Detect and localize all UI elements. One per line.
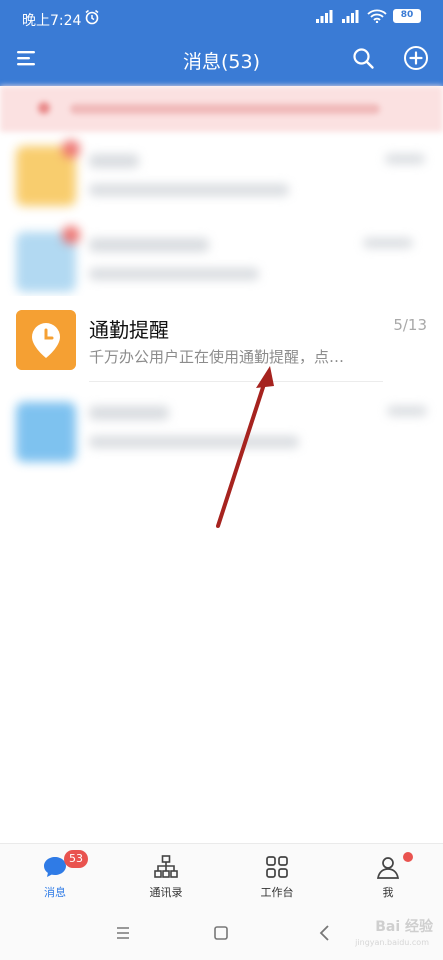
blurred-date [363, 238, 413, 248]
menu-nav-icon[interactable] [108, 920, 138, 946]
tab-label: 我 [382, 886, 394, 899]
page-title: 消息(53) [182, 51, 260, 73]
tab-label: 通讯录 [149, 886, 183, 899]
list-item[interactable] [0, 388, 443, 474]
item-title: 通勤提醒 [89, 318, 169, 342]
list-item[interactable] [0, 132, 443, 218]
home-nav-icon[interactable] [206, 920, 236, 946]
system-nav-bar: Bai 经验 jingyan.baidu.com [0, 906, 443, 960]
item-preview: 千万办公用户正在使用通勤提醒，点… [89, 348, 345, 366]
watermark: Bai 经验 [375, 919, 433, 935]
notice-icon [38, 102, 50, 114]
divider [89, 381, 383, 382]
tab-messages[interactable]: 53 消息 [0, 844, 110, 907]
message-item-commute[interactable]: 通勤提醒 5/13 千万办公用户正在使用通勤提醒，点… [0, 296, 443, 386]
unread-badge [62, 140, 80, 158]
tab-contacts[interactable]: 通讯录 [111, 844, 221, 907]
status-time: 晚上7:24 [22, 13, 82, 29]
blurred-date [387, 406, 427, 416]
tab-workbench[interactable]: 工作台 [222, 844, 332, 907]
blurred-title [89, 238, 209, 252]
search-icon[interactable] [351, 46, 375, 70]
tab-label: 消息 [44, 886, 66, 899]
title-bar: 消息(53) [0, 38, 443, 80]
notice-bar[interactable] [0, 86, 443, 132]
alarm-icon [85, 9, 99, 25]
app-header: 晚上7:24 80 消息(53) [0, 0, 443, 86]
person-icon [376, 857, 400, 879]
blurred-preview [89, 268, 259, 280]
notification-dot [403, 852, 413, 862]
wifi-icon [367, 9, 387, 23]
blurred-preview [89, 184, 289, 196]
tab-me[interactable]: 我 [333, 844, 443, 907]
notice-text-blurred [70, 104, 380, 114]
item-date: 5/13 [393, 316, 427, 334]
org-chart-icon [154, 855, 178, 878]
status-bar: 晚上7:24 80 [0, 0, 443, 38]
blurred-title [89, 406, 169, 420]
battery-indicator: 80 [393, 9, 421, 23]
grid-icon [266, 856, 288, 878]
tab-badge: 53 [64, 850, 88, 868]
blurred-title [89, 154, 139, 168]
blurred-preview [89, 436, 299, 448]
watermark-url: jingyan.baidu.com [355, 938, 429, 947]
unread-badge [62, 226, 80, 244]
back-nav-icon[interactable] [310, 920, 340, 946]
blurred-date [385, 154, 425, 164]
clock-app-icon [16, 310, 76, 370]
avatar [16, 402, 76, 462]
status-icons: 80 [315, 9, 421, 23]
tab-label: 工作台 [260, 886, 294, 899]
signal-icon [316, 10, 333, 23]
add-icon[interactable] [403, 45, 429, 71]
bottom-tab-bar: 53 消息 通讯录 工作台 我 [0, 843, 443, 906]
list-item[interactable] [0, 218, 443, 304]
signal-icon-2 [342, 10, 359, 23]
